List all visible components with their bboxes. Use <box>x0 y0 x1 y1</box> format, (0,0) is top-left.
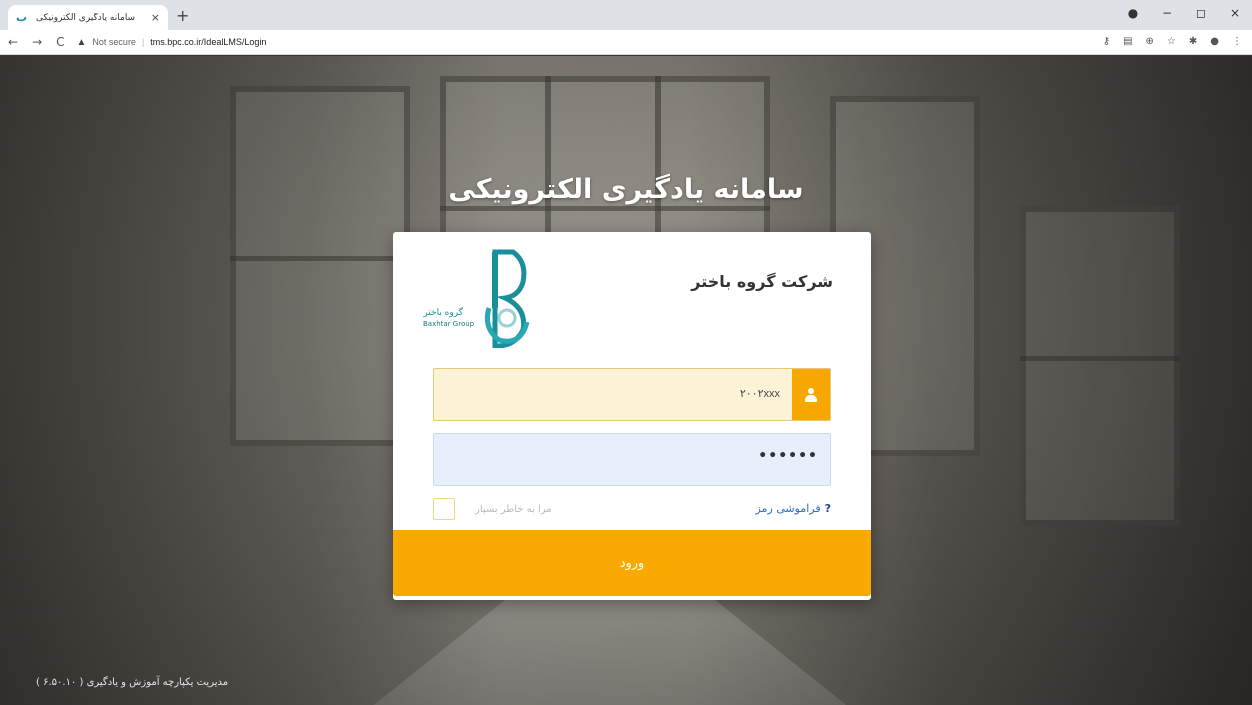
logo-text-english: Baxhtar Group <box>423 320 475 328</box>
company-logo: گروه باختر Baxhtar Group <box>423 248 543 348</box>
translate-icon[interactable]: ▤ <box>1123 36 1132 47</box>
login-button[interactable]: ورود <box>393 530 871 596</box>
url-separator: | <box>141 37 145 47</box>
tab-title: سامانه یادگیری الکترونیکی <box>36 12 136 23</box>
remember-me: مرا به خاطر بسپار <box>433 498 552 520</box>
bookmark-star-icon[interactable]: ☆ <box>1167 36 1176 47</box>
close-window-icon[interactable]: × <box>1228 6 1242 20</box>
baxhtar-logo-icon <box>484 249 530 348</box>
back-icon[interactable]: ← <box>8 35 18 49</box>
browser-tab[interactable]: ب سامانه یادگیری الکترونیکی × <box>8 5 168 30</box>
username-field[interactable]: ۲۰۰۲xxx <box>433 368 831 421</box>
login-page: سامانه یادگیری الکترونیکی گروه باختر Bax… <box>0 56 1252 705</box>
extensions-icon[interactable]: ✱ <box>1189 36 1197 47</box>
password-value[interactable]: •••••• <box>758 448 818 464</box>
security-label: Not secure <box>92 37 136 47</box>
browser-tab-bar: ب سامانه یادگیری الکترونیکی × + ● − ◻ × <box>0 0 1252 30</box>
zoom-icon[interactable]: ⊕ <box>1146 36 1154 47</box>
menu-icon[interactable]: ⋮ <box>1232 36 1242 47</box>
login-card: گروه باختر Baxhtar Group شرکت گروه باختر… <box>393 232 871 600</box>
nav-buttons: ← → C <box>0 35 65 49</box>
user-icon <box>804 387 818 402</box>
remember-me-label: مرا به خاطر بسپار <box>475 503 552 515</box>
profile-icon[interactable]: ● <box>1126 6 1140 20</box>
forgot-password-label[interactable]: فراموشی رمز <box>755 502 820 515</box>
minimize-icon[interactable]: − <box>1160 6 1174 20</box>
company-name: شرکت گروه باختر <box>691 272 833 291</box>
restore-icon[interactable]: ◻ <box>1194 6 1208 20</box>
url-text[interactable]: tms.bpc.co.ir/IdealLMS/Login <box>150 37 266 47</box>
question-icon: ? <box>824 502 831 515</box>
omnibox[interactable]: ▲ Not secure | tms.bpc.co.ir/IdealLMS/Lo… <box>77 37 267 48</box>
login-button-label: ورود <box>619 555 645 571</box>
logo-text-persian: گروه باختر <box>423 308 463 318</box>
user-icon-box <box>792 369 830 420</box>
forward-icon[interactable]: → <box>32 35 42 49</box>
footer-version: مدیریت یکپارچه آموزش و یادگیری ( ۶.۵۰.۱۰… <box>36 677 229 688</box>
username-value[interactable]: ۲۰۰۲xxx <box>740 387 780 400</box>
new-tab-button[interactable]: + <box>176 6 189 25</box>
account-icon[interactable]: ● <box>1210 36 1219 47</box>
site-favicon-icon: ب <box>16 10 28 24</box>
reload-icon[interactable]: C <box>56 35 64 49</box>
warning-icon[interactable]: ▲ <box>77 37 87 48</box>
close-tab-icon[interactable]: × <box>151 11 160 24</box>
key-icon[interactable]: ⚷ <box>1103 36 1110 47</box>
forgot-password-link[interactable]: ? فراموشی رمز <box>755 502 831 515</box>
window-controls: ● − ◻ × <box>1126 6 1242 20</box>
address-bar: ← → C ▲ Not secure | tms.bpc.co.ir/Ideal… <box>0 30 1252 55</box>
remember-me-checkbox[interactable] <box>433 498 455 520</box>
page-title: سامانه یادگیری الکترونیکی <box>448 174 804 205</box>
password-field[interactable]: •••••• <box>433 433 831 486</box>
toolbar-icons: ⚷ ▤ ⊕ ☆ ✱ ● ⋮ <box>1103 36 1242 47</box>
